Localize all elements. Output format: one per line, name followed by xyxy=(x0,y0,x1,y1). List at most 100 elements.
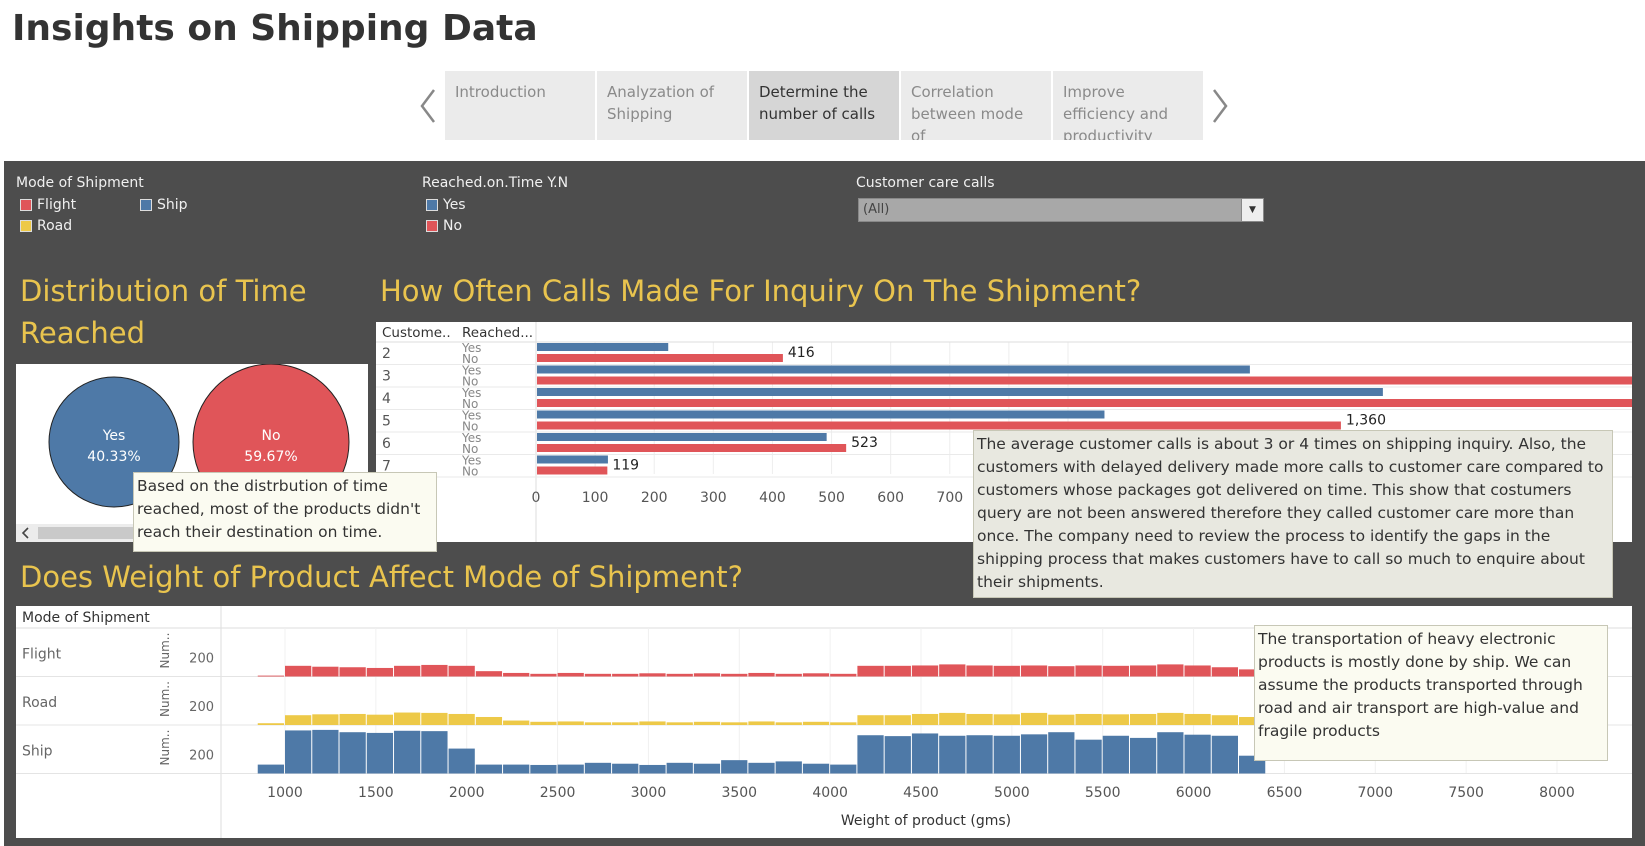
histogram-bar-road[interactable] xyxy=(830,722,857,725)
histogram-bar-flight[interactable] xyxy=(285,665,312,677)
calls-bar-yes[interactable] xyxy=(537,455,608,464)
histogram-bar-road[interactable] xyxy=(1048,714,1075,725)
histogram-bar-flight[interactable] xyxy=(1157,664,1184,677)
histogram-bar-flight[interactable] xyxy=(1020,665,1048,677)
histogram-bar-road[interactable] xyxy=(312,714,339,725)
calls-bar-no[interactable] xyxy=(537,444,847,452)
legend-item-flight[interactable]: Flight xyxy=(20,197,76,213)
histogram-bar-road[interactable] xyxy=(1102,714,1129,725)
histogram-bar-flight[interactable] xyxy=(1184,665,1211,677)
caret-down-icon[interactable]: ▼ xyxy=(1241,199,1263,221)
histogram-bar-ship[interactable] xyxy=(666,762,693,774)
story-tab-3[interactable]: Determine the number of calls xyxy=(749,71,899,140)
histogram-bar-ship[interactable] xyxy=(857,735,884,774)
calls-filter-dropdown[interactable]: (All) ▼ xyxy=(858,198,1264,222)
histogram-bar-road[interactable] xyxy=(748,721,775,725)
legend-item-no[interactable]: No xyxy=(426,218,462,234)
story-next-button[interactable] xyxy=(1208,84,1232,128)
histogram-bar-road[interactable] xyxy=(966,713,993,725)
story-tab-1[interactable]: Introduction xyxy=(445,71,595,140)
legend-item-road[interactable]: Road xyxy=(20,218,72,234)
histogram-bar-ship[interactable] xyxy=(911,733,939,774)
calls-bar-yes[interactable] xyxy=(537,388,1383,396)
calls-bar-yes[interactable] xyxy=(537,410,1105,419)
calls-bar-no[interactable] xyxy=(537,376,1645,385)
histogram-bar-road[interactable] xyxy=(1075,713,1102,725)
histogram-bar-flight[interactable] xyxy=(312,666,339,677)
histogram-bar-flight[interactable] xyxy=(830,673,857,677)
histogram-bar-road[interactable] xyxy=(775,722,802,725)
histogram-bar-ship[interactable] xyxy=(693,763,721,774)
histogram-bar-road[interactable] xyxy=(1157,712,1184,725)
calls-bar-no[interactable] xyxy=(537,466,608,475)
histogram-bar-flight[interactable] xyxy=(1102,665,1129,677)
histogram-bar-road[interactable] xyxy=(857,715,884,725)
histogram-bar-road[interactable] xyxy=(285,715,312,725)
histogram-bar-flight[interactable] xyxy=(584,673,612,677)
histogram-bar-road[interactable] xyxy=(339,713,366,725)
histogram-bar-ship[interactable] xyxy=(775,761,802,774)
histogram-bar-flight[interactable] xyxy=(1048,666,1075,677)
histogram-bar-ship[interactable] xyxy=(312,729,339,774)
legend-item-yes[interactable]: Yes xyxy=(426,197,466,213)
histogram-bar-ship[interactable] xyxy=(584,762,612,774)
histogram-bar-flight[interactable] xyxy=(693,673,721,677)
histogram-bar-flight[interactable] xyxy=(421,664,448,677)
histogram-bar-ship[interactable] xyxy=(1075,739,1102,774)
histogram-bar-flight[interactable] xyxy=(366,667,394,677)
histogram-bar-road[interactable] xyxy=(475,716,503,725)
histogram-bar-ship[interactable] xyxy=(557,764,584,774)
histogram-bar-road[interactable] xyxy=(448,713,475,725)
histogram-bar-ship[interactable] xyxy=(394,730,421,774)
story-tab-4[interactable]: Correlation between mode of xyxy=(901,71,1051,140)
legend-item-ship[interactable]: Ship xyxy=(140,197,188,213)
histogram-bar-flight[interactable] xyxy=(721,673,748,677)
calls-bar-yes[interactable] xyxy=(537,343,669,351)
histogram-bar-ship[interactable] xyxy=(639,764,666,774)
histogram-bar-flight[interactable] xyxy=(530,673,557,677)
histogram-bar-flight[interactable] xyxy=(666,673,693,677)
histogram-bar-ship[interactable] xyxy=(748,762,775,774)
histogram-bar-road[interactable] xyxy=(257,723,284,725)
histogram-bar-road[interactable] xyxy=(503,720,530,725)
histogram-bar-flight[interactable] xyxy=(557,672,584,677)
histogram-bar-road[interactable] xyxy=(666,722,693,725)
histogram-bar-road[interactable] xyxy=(421,712,448,725)
histogram-bar-road[interactable] xyxy=(612,722,639,725)
histogram-bar-road[interactable] xyxy=(1184,713,1211,725)
histogram-bar-ship[interactable] xyxy=(993,735,1020,774)
calls-bar-no[interactable] xyxy=(537,421,1341,430)
calls-bar-no[interactable] xyxy=(537,399,1645,407)
histogram-bar-flight[interactable] xyxy=(257,675,284,677)
histogram-bar-flight[interactable] xyxy=(639,673,666,677)
histogram-bar-flight[interactable] xyxy=(1211,667,1238,677)
calls-bar-no[interactable] xyxy=(537,354,783,362)
histogram-bar-flight[interactable] xyxy=(339,667,366,677)
histogram-bar-ship[interactable] xyxy=(939,735,966,774)
histogram-bar-ship[interactable] xyxy=(1129,737,1157,774)
histogram-bar-road[interactable] xyxy=(911,713,939,725)
histogram-bar-ship[interactable] xyxy=(612,763,639,774)
histogram-bar-ship[interactable] xyxy=(421,731,448,774)
histogram-bar-flight[interactable] xyxy=(612,673,639,677)
story-tab-2[interactable]: Analyzation of Shipping xyxy=(597,71,747,140)
histogram-bar-road[interactable] xyxy=(1129,713,1157,725)
histogram-bar-ship[interactable] xyxy=(1102,735,1129,774)
histogram-bar-ship[interactable] xyxy=(503,764,530,774)
story-tab-5[interactable]: Improve efficiency and productivity xyxy=(1053,71,1203,140)
histogram-bar-flight[interactable] xyxy=(802,673,830,677)
histogram-bar-flight[interactable] xyxy=(475,671,503,677)
histogram-bar-road[interactable] xyxy=(884,715,911,725)
histogram-bar-road[interactable] xyxy=(366,714,394,725)
histogram-bar-road[interactable] xyxy=(802,721,830,725)
histogram-bar-ship[interactable] xyxy=(884,736,911,774)
histogram-bar-road[interactable] xyxy=(557,721,584,725)
histogram-bar-road[interactable] xyxy=(721,722,748,725)
histogram-bar-flight[interactable] xyxy=(1129,665,1157,677)
histogram-bar-ship[interactable] xyxy=(966,735,993,774)
histogram-bar-road[interactable] xyxy=(993,714,1020,725)
histogram-bar-ship[interactable] xyxy=(1048,732,1075,774)
histogram-bar-ship[interactable] xyxy=(285,730,312,774)
histogram-bar-flight[interactable] xyxy=(1075,665,1102,677)
histogram-bar-ship[interactable] xyxy=(257,764,284,774)
